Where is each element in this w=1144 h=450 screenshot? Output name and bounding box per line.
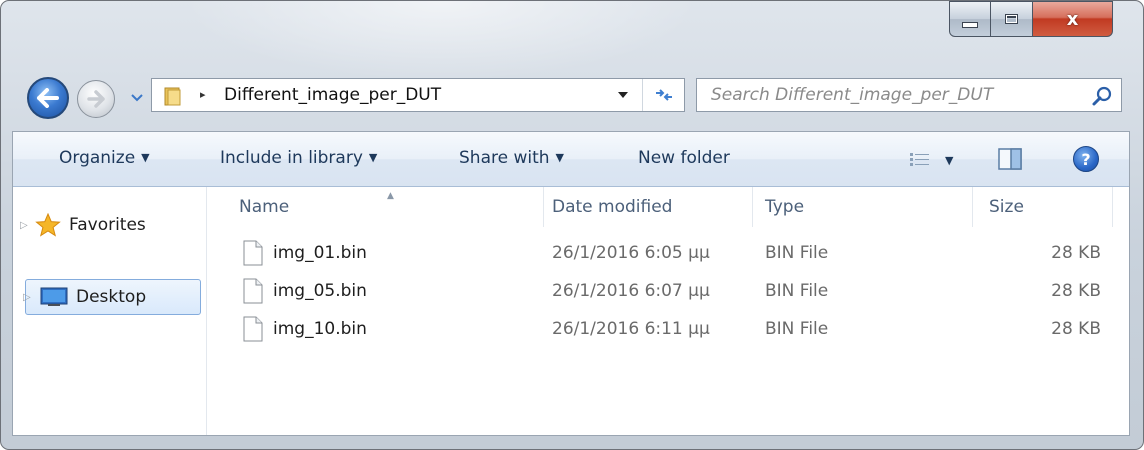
file-date-modified: 26/1/2016 6:05 μμ: [552, 243, 710, 263]
content-area: Organize ▼ Include in library ▼ Share with…: [12, 131, 1130, 436]
folder-icon: [164, 87, 181, 106]
file-date-modified: 26/1/2016 6:07 μμ: [552, 281, 710, 301]
recent-pages-button[interactable]: [129, 89, 145, 107]
expand-arrow-icon[interactable]: ▷: [23, 292, 35, 303]
help-button[interactable]: ?: [1073, 146, 1099, 172]
file-size: 28 KB: [1051, 243, 1101, 263]
chevron-down-icon: ▼: [141, 151, 150, 164]
chevron-down-icon: [131, 94, 143, 102]
expand-arrow-icon[interactable]: ▷: [20, 220, 32, 231]
desktop-icon: [40, 287, 68, 306]
navigation-pane: ▷ Favorites ▷ Desktop: [13, 187, 207, 435]
preview-pane-icon[interactable]: [997, 147, 1023, 171]
chevron-down-icon: ▼: [368, 151, 378, 164]
sort-ascending-icon: ▲: [387, 191, 394, 201]
chevron-down-icon: ▼: [555, 151, 564, 164]
address-dropdown-button[interactable]: [612, 87, 634, 103]
explorer-window: x ▸ Different_image_per_DUT Search Diffe…: [0, 0, 1144, 450]
command-bar: Organize ▼ Include in library ▼ Share with…: [13, 132, 1129, 187]
details-view-icon: [910, 153, 929, 166]
back-arrow-icon: [37, 88, 59, 108]
address-bar[interactable]: ▸ Different_image_per_DUT: [151, 78, 685, 112]
breadcrumb-separator[interactable]: ▸: [200, 88, 206, 101]
file-date-modified: 26/1/2016 6:11 μμ: [552, 319, 710, 339]
file-size: 28 KB: [1051, 281, 1101, 301]
sidebar-item-desktop[interactable]: ▷ Desktop: [23, 279, 201, 315]
minimize-button[interactable]: [949, 1, 991, 37]
minimize-icon: [962, 22, 978, 28]
share-with-button[interactable]: Share with ▼: [459, 148, 564, 168]
refresh-icon: [656, 89, 672, 101]
file-name: img_10.bin: [273, 319, 367, 339]
close-button[interactable]: x: [1033, 1, 1113, 37]
file-name: img_01.bin: [273, 243, 367, 263]
file-type: BIN File: [765, 319, 829, 339]
forward-arrow-icon: [87, 90, 105, 108]
file-icon: [243, 278, 263, 304]
search-input[interactable]: [705, 83, 1087, 107]
dropdown-arrow-icon: [618, 92, 628, 98]
column-header-date-modified[interactable]: Date modified: [544, 187, 753, 227]
chevron-down-icon: ▼: [945, 153, 954, 167]
column-header-type[interactable]: Type: [753, 187, 973, 227]
star-icon: [35, 213, 61, 237]
file-icon: [243, 316, 263, 342]
back-button[interactable]: [27, 77, 69, 119]
maximize-button[interactable]: [991, 1, 1033, 37]
file-name: img_05.bin: [273, 281, 367, 301]
search-box[interactable]: [696, 78, 1122, 112]
new-folder-button[interactable]: New folder: [638, 148, 730, 168]
file-row[interactable]: img_01.bin 26/1/2016 6:05 μμ BIN File 28…: [207, 234, 1129, 272]
refresh-button[interactable]: [642, 79, 685, 111]
search-icon[interactable]: [1091, 85, 1113, 107]
breadcrumb-folder[interactable]: Different_image_per_DUT: [224, 85, 441, 105]
column-header-size[interactable]: Size: [973, 187, 1113, 227]
change-view-button[interactable]: ▼: [909, 147, 969, 173]
file-row[interactable]: img_10.bin 26/1/2016 6:11 μμ BIN File 28…: [207, 310, 1129, 348]
file-icon: [243, 240, 263, 266]
caption-buttons: x: [949, 1, 1113, 39]
include-in-library-button[interactable]: Include in library ▼: [220, 148, 377, 168]
help-icon: ?: [1081, 149, 1091, 169]
forward-button[interactable]: [77, 80, 115, 118]
file-type: BIN File: [765, 281, 829, 301]
column-header-name[interactable]: ▲ Name: [207, 187, 544, 227]
file-size: 28 KB: [1051, 319, 1101, 339]
file-type: BIN File: [765, 243, 829, 263]
file-list: ▲ Name Date modified Type Size img_01.bi…: [207, 187, 1129, 435]
maximize-icon: [1005, 14, 1018, 24]
close-icon: x: [1066, 8, 1079, 30]
organize-button[interactable]: Organize ▼: [59, 148, 150, 168]
sidebar-item-favorites[interactable]: ▷ Favorites: [13, 207, 203, 243]
file-row[interactable]: img_05.bin 26/1/2016 6:07 μμ BIN File 28…: [207, 272, 1129, 310]
title-bar-glow: [181, 1, 701, 81]
